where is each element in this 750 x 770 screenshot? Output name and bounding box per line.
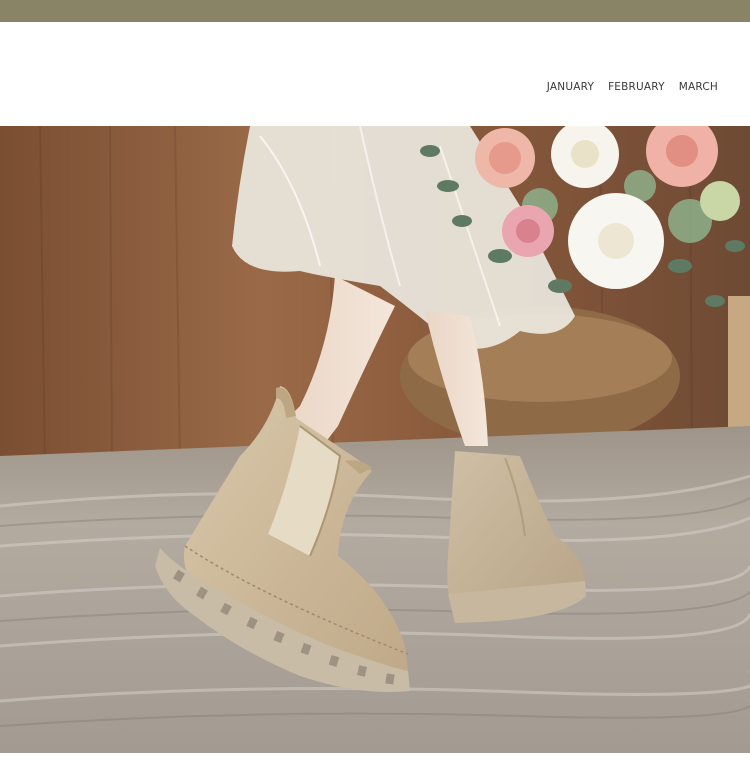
product-photo (0, 126, 750, 753)
page-header: JANUARY FEBRUARY MARCH (0, 22, 750, 126)
product-photo-illustration (0, 126, 750, 753)
bottom-strip (0, 753, 750, 770)
top-color-band (0, 0, 750, 22)
nav-item-january[interactable]: JANUARY (547, 81, 594, 93)
nav-item-march[interactable]: MARCH (679, 81, 718, 93)
month-nav: JANUARY FEBRUARY MARCH (547, 81, 718, 93)
nav-item-february[interactable]: FEBRUARY (608, 81, 665, 93)
